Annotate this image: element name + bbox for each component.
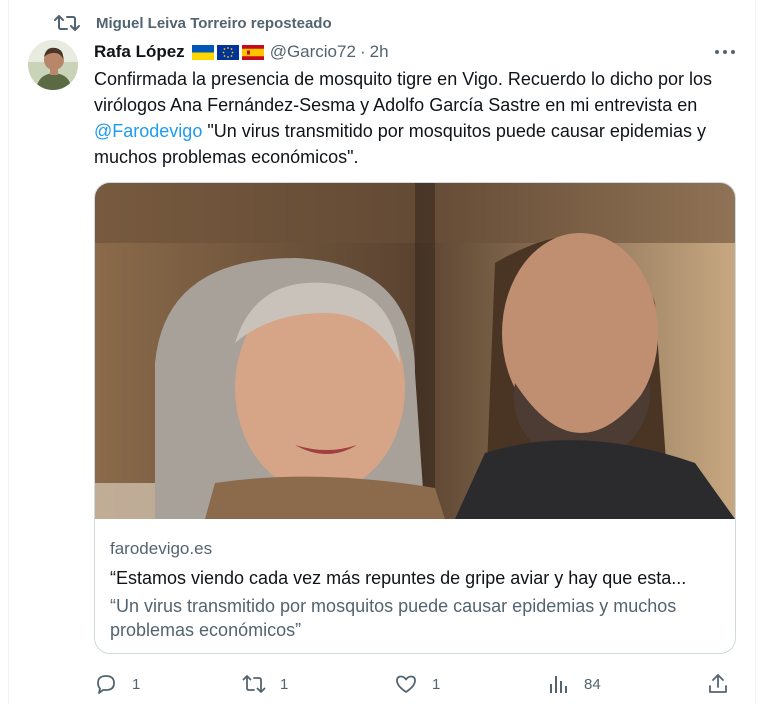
mention-link[interactable]: @Farodevigo: [94, 121, 202, 141]
repost-label: Miguel Leiva Torreiro reposteado: [96, 14, 332, 32]
link-card[interactable]: farodevigo.es “Estamos viendo cada vez m…: [94, 182, 736, 654]
view-count: 84: [584, 675, 601, 693]
tweet-timestamp[interactable]: 2h: [370, 42, 389, 62]
tweet-text-part: Confirmada la presencia de mosquito tigr…: [94, 69, 713, 115]
reply-icon: [97, 675, 115, 694]
share-icon: [709, 674, 727, 693]
card-description: “Un virus transmitido por mosquitos pued…: [110, 596, 677, 640]
tweet-header: Rafa López @Garcio72 · 2h: [94, 40, 389, 64]
repost-count: 1: [280, 675, 289, 693]
card-domain: farodevigo.es: [110, 539, 213, 558]
share-button[interactable]: [706, 670, 730, 698]
eu-flag-icon: [216, 44, 239, 60]
views-button[interactable]: 84: [546, 670, 601, 698]
card-image: [95, 183, 735, 519]
heart-icon: [396, 675, 416, 693]
repost-icon: [54, 15, 80, 31]
avatar[interactable]: [28, 40, 78, 90]
like-button[interactable]: 1: [394, 670, 440, 698]
repost-context[interactable]: Miguel Leiva Torreiro reposteado: [54, 12, 332, 34]
repost-icon: [242, 675, 266, 693]
more-options-button[interactable]: [712, 40, 738, 64]
spain-flag-icon: [241, 44, 264, 60]
timeline-left-border: [8, 0, 9, 704]
author-name[interactable]: Rafa López: [94, 42, 185, 62]
repost-button[interactable]: 1: [242, 670, 288, 698]
views-chart-icon: [550, 676, 567, 693]
more-dots-icon: [715, 50, 735, 54]
tweet-text: Confirmada la presencia de mosquito tigr…: [94, 66, 744, 170]
author-handle[interactable]: @Garcio72: [270, 42, 356, 62]
reply-count: 1: [132, 675, 141, 693]
avatar-image: [28, 40, 78, 90]
card-meta: farodevigo.es “Estamos viendo cada vez m…: [110, 537, 730, 642]
timeline-right-border: [755, 0, 756, 704]
card-headline: “Estamos viendo cada vez más repuntes de…: [110, 568, 687, 588]
ukraine-flag-icon: [191, 44, 214, 60]
tweet-actions: 1 1 1 84: [94, 670, 744, 698]
like-count: 1: [432, 675, 441, 693]
reply-button[interactable]: 1: [94, 670, 140, 698]
header-separator: ·: [359, 42, 366, 61]
